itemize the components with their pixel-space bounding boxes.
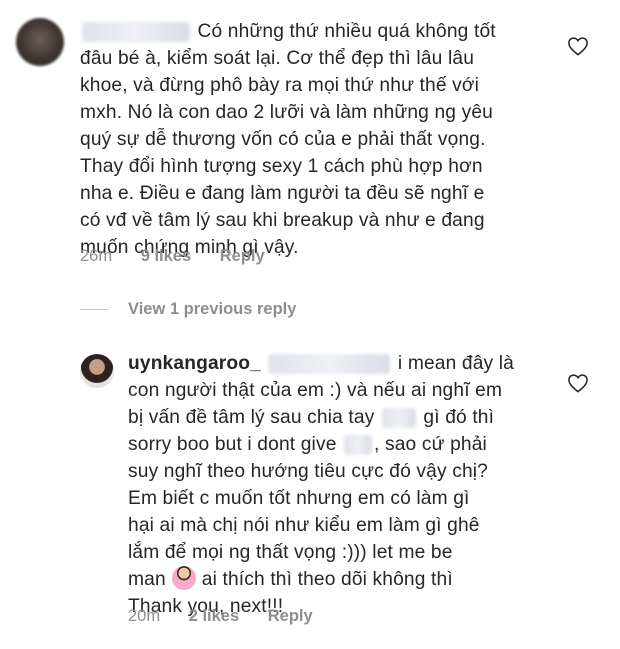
redacted-word	[381, 407, 416, 428]
comment-line: i mean đây là	[397, 353, 514, 374]
comment-line: Thay đổi hình tượng sexy 1 cách phù hợp …	[80, 156, 483, 177]
divider	[80, 309, 108, 310]
comment-line: sorry boo but i dont give	[128, 434, 337, 455]
comment-line: quý sự dễ thương vốn có của e phải thất …	[80, 129, 486, 150]
comment-line: suy nghĩ theo hướng tiêu cực đó vậy chị?	[128, 461, 489, 482]
redacted-mention	[268, 353, 391, 374]
comment-time: 26m	[80, 247, 113, 265]
view-previous-replies[interactable]: View 1 previous reply	[80, 300, 296, 319]
comment-line: , sao cứ phải	[374, 434, 487, 455]
comment-line: bị vấn đề tâm lý sau chia tay	[128, 407, 375, 428]
comment-line: ai thích thì theo dõi không thì	[201, 569, 453, 590]
comment-line: gì đó thì	[423, 407, 495, 428]
redacted-word	[344, 434, 373, 455]
avatar[interactable]	[80, 354, 114, 388]
comment-meta: 26m 9 likes Reply	[80, 247, 289, 266]
comment-line: Có những thứ nhiều quá không tốt	[197, 21, 496, 42]
likes-count[interactable]: 9 likes	[141, 247, 191, 265]
comment-line: lắm để mọi ng thất vọng :))) let me be	[128, 542, 453, 563]
comment-time: 20m	[128, 607, 161, 625]
reply-button[interactable]: Reply	[220, 247, 265, 265]
comment-line: có vđ về tâm lý sau khi breakup và như e…	[80, 210, 485, 231]
comment-line: đâu bé à, kiểm soát lại. Cơ thể đẹp thì …	[80, 48, 475, 69]
heart-outline-icon[interactable]	[567, 373, 589, 393]
view-replies-label[interactable]: View 1 previous reply	[128, 300, 296, 319]
comment-line: hại ai mà chị nói như kiểu em làm gì ghê	[128, 515, 480, 536]
comment-line: Em biết c muốn tốt nhưng em có làm gì	[128, 488, 470, 509]
person-tipping-hand-emoji	[171, 566, 196, 590]
avatar[interactable]	[16, 18, 64, 66]
likes-count[interactable]: 2 likes	[189, 607, 239, 625]
comment-line: mxh. Nó là con dao 2 lưỡi và làm những n…	[80, 102, 493, 123]
comment-line: khoe, và đừng phô bày ra mọi thứ như thế…	[80, 75, 480, 96]
comment-line: con người thật của em :) và nếu ai nghĩ …	[128, 380, 503, 401]
redacted-username	[82, 21, 190, 42]
comment-line: man	[128, 569, 166, 590]
comment-line: nha e. Điều e đang làm người ta đều sẽ n…	[80, 183, 485, 204]
comment-text: uynkangaroo_ i mean đây là con người thậ…	[128, 350, 568, 620]
username[interactable]: uynkangaroo_	[128, 353, 261, 374]
comment-meta: 20m 2 likes Reply	[128, 607, 337, 626]
heart-outline-icon[interactable]	[567, 36, 589, 56]
comment-text: Có những thứ nhiều quá không tốt đâu bé …	[80, 18, 550, 261]
reply-button[interactable]: Reply	[268, 607, 313, 625]
